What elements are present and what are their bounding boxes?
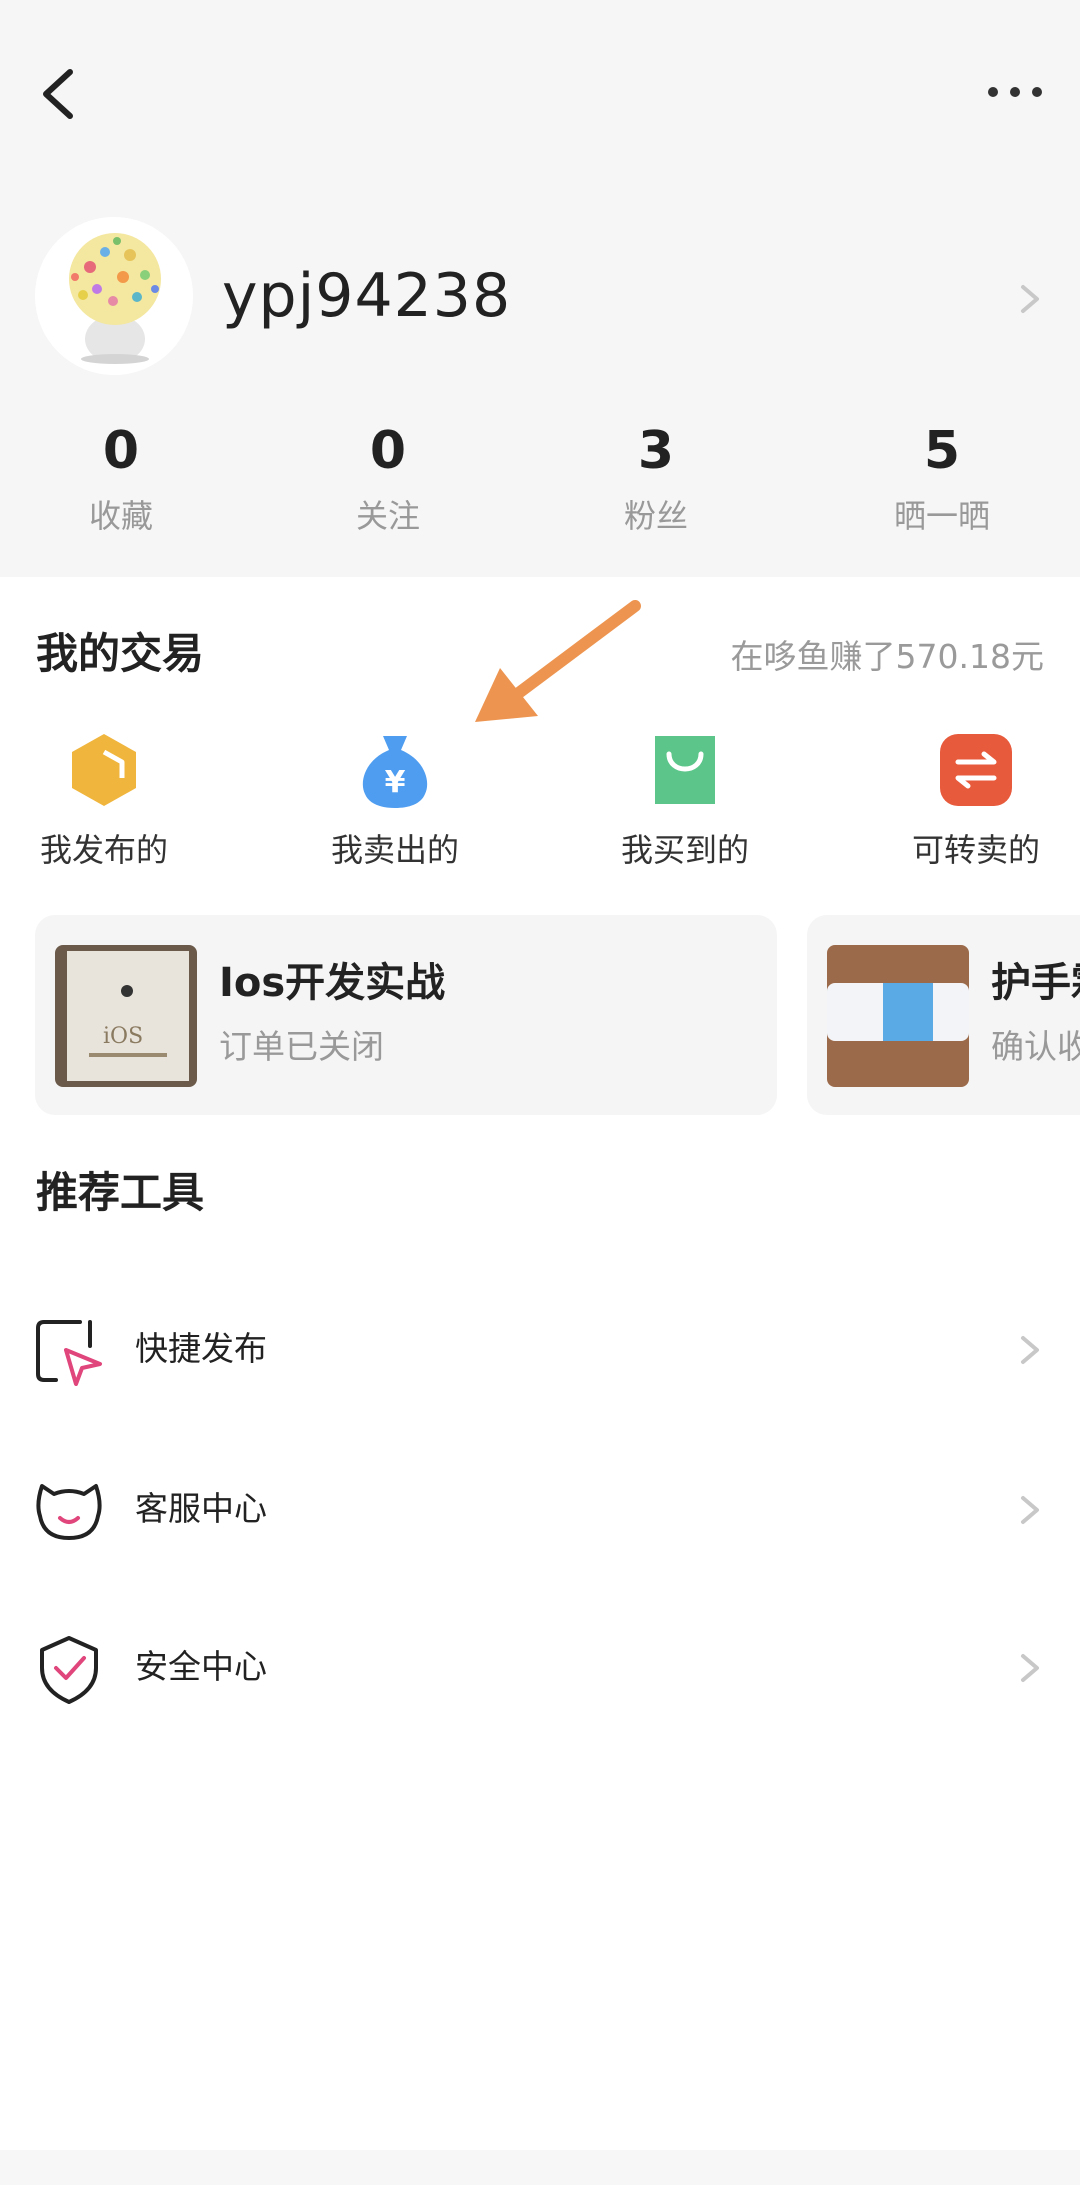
quick-publish-icon xyxy=(36,1320,102,1386)
order-status: 订单已关闭 xyxy=(219,1027,384,1066)
trade-shortcuts: 我发布的 ¥ 我卖出的 我买到的 可转卖的 xyxy=(0,720,1080,880)
status-bar xyxy=(0,0,1080,10)
exchange-icon xyxy=(940,734,1012,806)
profile-row[interactable]: ypj94238 xyxy=(0,215,1080,380)
stat-value: 3 xyxy=(637,421,675,481)
order-cards: iOS Ios开发实战 订单已关闭 护手霜 确认收货 xyxy=(0,915,1080,1115)
security-shield-icon xyxy=(40,1636,98,1704)
profile-page: ypj94238 0 收藏 0 关注 3 粉丝 5 晒一晒 我的交易 在哆鱼赚了… xyxy=(0,0,1080,2185)
tool-label: 快捷发布 xyxy=(135,1329,267,1368)
trade-sold[interactable]: ¥ 我卖出的 xyxy=(305,720,485,880)
stat-label: 收藏 xyxy=(88,497,153,535)
order-status: 确认收货 xyxy=(991,1027,1080,1066)
flower-vase-image xyxy=(35,217,193,375)
tool-quick-publish[interactable]: 快捷发布 xyxy=(0,1290,1080,1410)
shopping-bag-icon xyxy=(655,736,715,804)
more-button[interactable] xyxy=(980,70,1050,120)
stat-following[interactable]: 0 关注 xyxy=(288,415,488,539)
stat-showoff[interactable]: 5 晒一晒 xyxy=(842,415,1042,539)
trade-published[interactable]: 我发布的 xyxy=(14,720,194,880)
stat-value: 0 xyxy=(102,421,140,481)
annotation-arrow-icon xyxy=(475,600,641,722)
more-dots-icon xyxy=(988,87,1042,97)
stat-label: 粉丝 xyxy=(623,497,688,535)
order-title: 护手霜 xyxy=(991,960,1080,1006)
back-button[interactable] xyxy=(30,58,90,128)
header-area: ypj94238 0 收藏 0 关注 3 粉丝 5 晒一晒 xyxy=(0,0,1080,577)
chevron-right-icon xyxy=(1021,1336,1039,1364)
money-bag-icon: ¥ xyxy=(362,736,428,808)
stat-label: 关注 xyxy=(355,497,420,535)
order-card[interactable]: 护手霜 确认收货 xyxy=(807,915,1080,1115)
trade-label: 我卖出的 xyxy=(330,831,459,869)
stat-value: 5 xyxy=(923,421,961,481)
stat-label: 晒一晒 xyxy=(893,497,990,535)
book-cover-image: iOS xyxy=(55,945,197,1087)
stats-row: 0 收藏 0 关注 3 粉丝 5 晒一晒 xyxy=(0,415,1080,555)
trades-title: 我的交易 xyxy=(36,629,205,678)
stat-favorites[interactable]: 0 收藏 xyxy=(21,415,221,539)
product-photo-image xyxy=(827,945,969,1087)
order-title: Ios开发实战 xyxy=(219,960,446,1006)
svg-text:¥: ¥ xyxy=(385,765,406,800)
trade-label: 可转卖的 xyxy=(911,831,1040,869)
order-card[interactable]: iOS Ios开发实战 订单已关闭 xyxy=(35,915,777,1115)
back-arrow-icon xyxy=(43,69,73,119)
tool-label: 安全中心 xyxy=(135,1647,267,1686)
trade-label: 我买到的 xyxy=(620,831,749,869)
bottom-bar xyxy=(0,2150,1080,2185)
svg-text:iOS: iOS xyxy=(103,1024,143,1049)
username: ypj94238 xyxy=(222,261,512,331)
tool-security-center[interactable]: 安全中心 xyxy=(0,1608,1080,1728)
trade-resellable[interactable]: 可转卖的 xyxy=(886,720,1066,880)
chevron-right-icon xyxy=(1021,1496,1039,1524)
tool-label: 客服中心 xyxy=(135,1489,267,1528)
trade-bought[interactable]: 我买到的 xyxy=(595,720,775,880)
stat-value: 0 xyxy=(369,421,407,481)
tool-customer-service[interactable]: 客服中心 xyxy=(0,1450,1080,1570)
customer-service-icon xyxy=(36,1484,102,1540)
avatar[interactable] xyxy=(35,217,193,375)
stat-fans[interactable]: 3 粉丝 xyxy=(556,415,756,539)
box-icon xyxy=(72,734,136,806)
tools-title: 推荐工具 xyxy=(36,1168,205,1217)
trade-label: 我发布的 xyxy=(39,831,168,869)
chevron-right-icon xyxy=(1021,285,1039,313)
earnings-text[interactable]: 在哆鱼赚了570.18元 xyxy=(731,635,1044,679)
chevron-right-icon xyxy=(1021,1654,1039,1682)
